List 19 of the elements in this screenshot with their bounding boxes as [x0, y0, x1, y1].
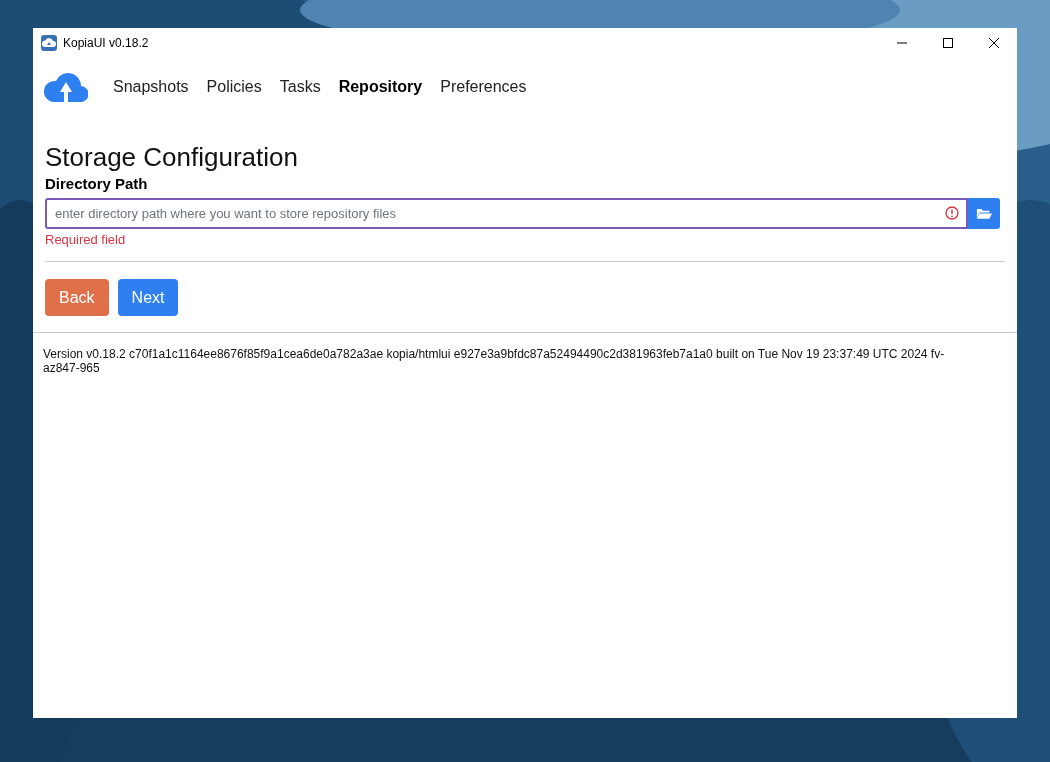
nav-tab[interactable]: Tasks: [270, 78, 330, 96]
error-message: Required field: [45, 232, 127, 247]
nav-tab[interactable]: Repository: [329, 78, 432, 96]
field-label: Directory Path: [45, 175, 149, 192]
window-title: KopiaUI v0.18.2: [63, 35, 149, 50]
close-icon[interactable]: [988, 36, 1000, 49]
app-icon: [41, 34, 57, 51]
page-heading: Storage Configuration: [45, 141, 299, 173]
version-info: Version v0.18.2 c70f1a1c1164ee8676f85f9a1cea6de0a782a3ae kopia/htmlui e927e3a9bfdc87a52494490c2d381963feb7a1a0 built on Tue Nov 19 23:37:49 UTC 2024 fv-az847-965: [42, 346, 946, 375]
cloud-logo-icon[interactable]: [44, 72, 88, 102]
nav-tab[interactable]: Snapshots: [104, 78, 198, 96]
error-icon: [945, 206, 959, 220]
folder-icon: [976, 207, 992, 220]
directory-path-field[interactable]: enter directory path where you want to store repository files: [45, 198, 968, 229]
nav-tab[interactable]: Preferences: [431, 78, 536, 96]
next-button[interactable]: Next: [117, 279, 179, 316]
nav-tab[interactable]: Policies: [197, 78, 271, 96]
browse-folder-button[interactable]: [968, 198, 1000, 229]
maximize-icon[interactable]: [942, 36, 954, 49]
